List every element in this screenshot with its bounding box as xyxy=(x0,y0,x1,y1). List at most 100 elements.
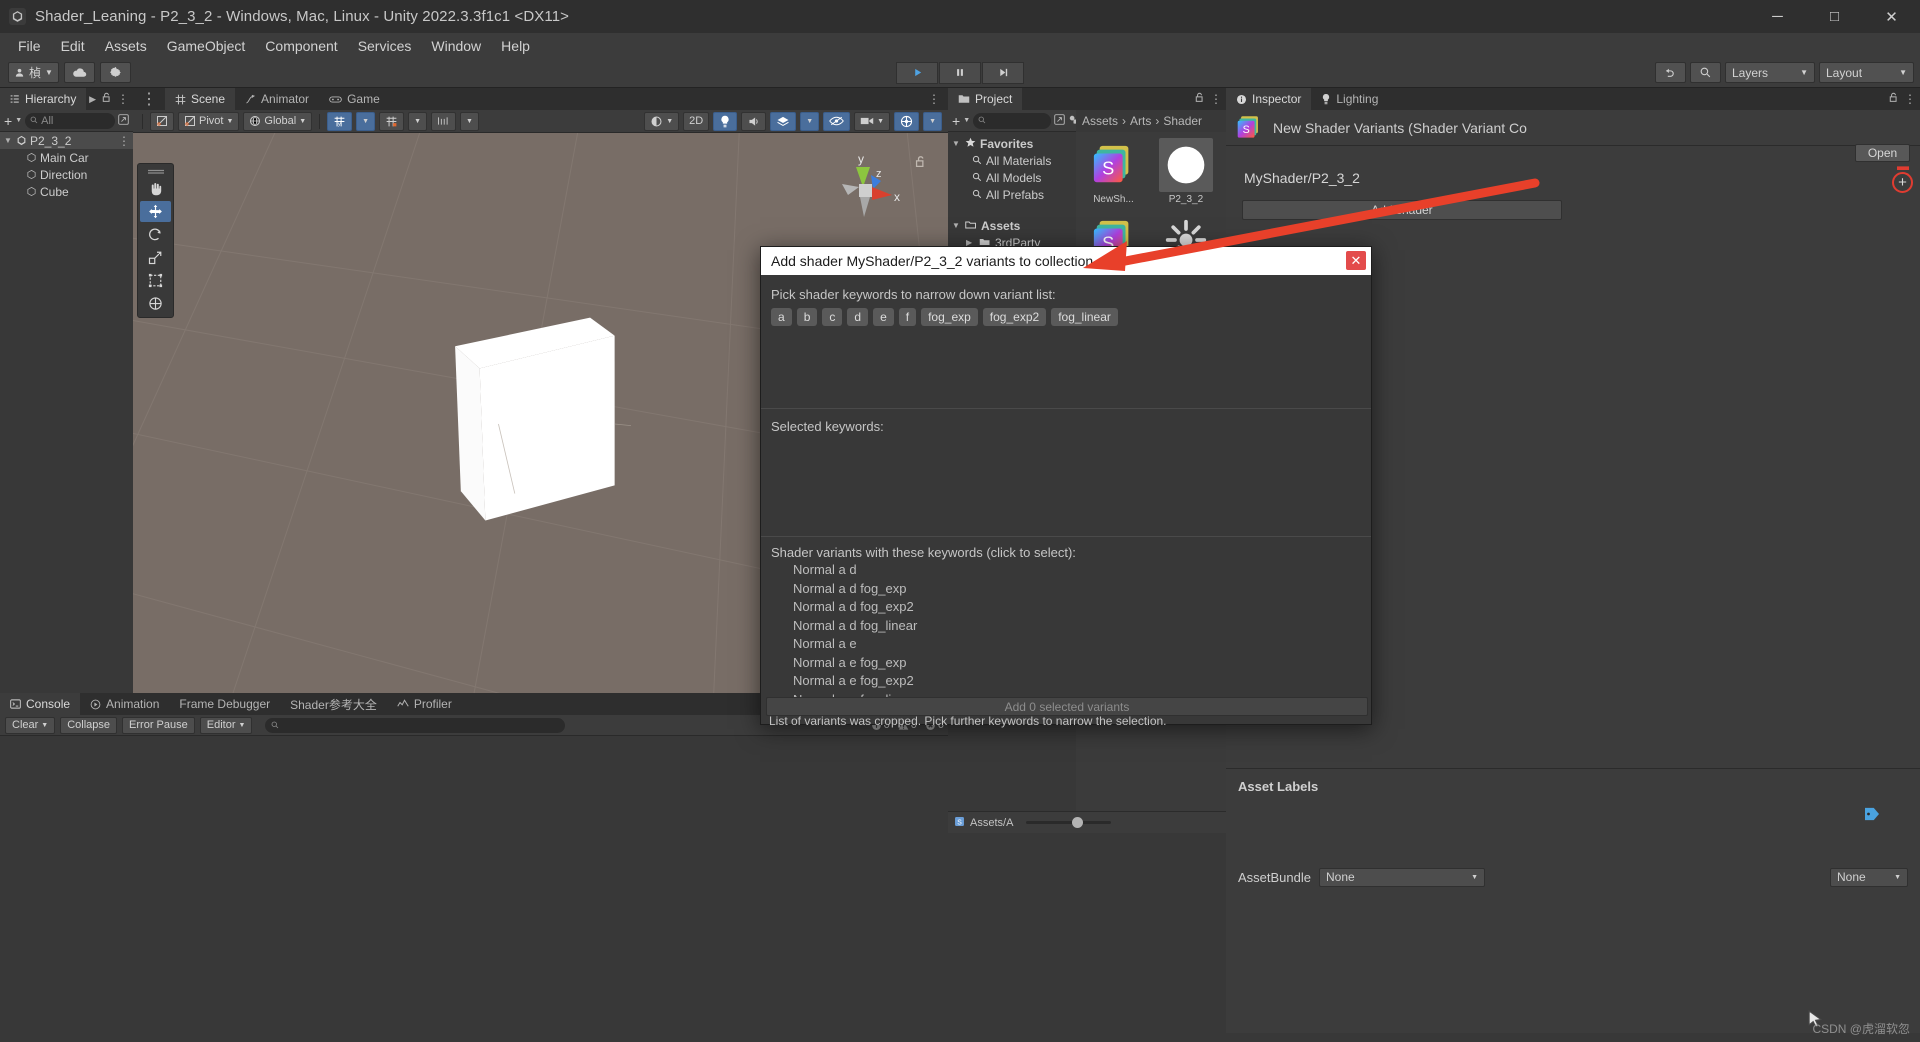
add-shader-plus-icon[interactable]: + xyxy=(1892,172,1913,193)
tab-lighting[interactable]: Lighting xyxy=(1311,88,1388,110)
undo-history-button[interactable] xyxy=(1655,62,1686,83)
menu-gameobject[interactable]: GameObject xyxy=(157,35,256,57)
scene-panel-menu-icon[interactable]: ⋮ xyxy=(133,89,165,109)
slider-knob[interactable] xyxy=(1072,817,1084,828)
tab-project[interactable]: Project xyxy=(948,88,1023,110)
settings-button[interactable] xyxy=(99,62,131,83)
error-pause-button[interactable]: Error Pause xyxy=(122,716,195,734)
cube-object[interactable] xyxy=(451,299,631,549)
chevron-down-icon[interactable]: ▼ xyxy=(952,139,961,148)
gizmos-button[interactable] xyxy=(894,111,920,131)
scene-fx-button[interactable] xyxy=(770,111,797,131)
scene-lighting-button[interactable] xyxy=(713,111,738,131)
transform-tool-button[interactable] xyxy=(140,293,171,314)
snap-increment-dropdown[interactable]: ▼ xyxy=(460,111,479,131)
variant-item[interactable]: Normal a d fog_linear xyxy=(771,618,1366,637)
asset-item[interactable]: P2_3_2 xyxy=(1154,138,1217,205)
move-tool-button[interactable] xyxy=(140,201,171,222)
project-row-all-models[interactable]: All Models xyxy=(948,169,1076,186)
minimize-button[interactable]: ─ xyxy=(1749,0,1806,33)
remove-shader-icon[interactable]: ▬ xyxy=(1897,159,1909,173)
label-tag-icon[interactable] xyxy=(1864,807,1880,826)
breadcrumb-shader[interactable]: Shader xyxy=(1163,114,1202,128)
gizmos-dropdown[interactable]: ▼ xyxy=(923,111,942,131)
grid-visibility-button[interactable] xyxy=(379,111,405,131)
scene-audio-button[interactable] xyxy=(741,111,767,131)
shading-mode-button[interactable]: ▼ xyxy=(644,111,680,131)
project-row-favorites[interactable]: ▼ Favorites xyxy=(948,135,1076,152)
lock-icon[interactable] xyxy=(1195,92,1204,106)
assetbundle-dropdown[interactable]: None ▼ xyxy=(1319,867,1485,887)
dialog-close-button[interactable]: ✕ xyxy=(1346,251,1366,270)
lock-icon[interactable] xyxy=(102,92,111,106)
collapse-button[interactable]: Collapse xyxy=(60,716,118,734)
snap-increment-button[interactable] xyxy=(431,111,457,131)
project-row-assets[interactable]: ▼ Assets xyxy=(948,217,1076,234)
pivot-dropdown[interactable]: Pivot ▼ xyxy=(178,111,240,131)
global-dropdown[interactable]: Global ▼ xyxy=(243,111,313,131)
chevron-down-icon[interactable]: ▼ xyxy=(15,117,22,124)
tab-shader-reference[interactable]: Shader参考大全 xyxy=(280,693,387,715)
scene-fx-dropdown[interactable]: ▼ xyxy=(800,111,820,131)
rotate-tool-button[interactable] xyxy=(140,224,171,245)
project-menu-icon[interactable]: ⋮ xyxy=(1210,92,1222,106)
tab-console[interactable]: Console xyxy=(0,693,81,715)
menu-component[interactable]: Component xyxy=(255,35,347,57)
add-object-icon[interactable]: + xyxy=(4,113,12,129)
keyword-chip-fog-linear[interactable]: fog_linear xyxy=(1051,308,1118,326)
hidden-objects-button[interactable] xyxy=(823,111,851,131)
variant-item[interactable]: Normal a d xyxy=(771,562,1366,581)
account-button[interactable]: 楨 ▼ xyxy=(8,62,59,83)
variant-item[interactable]: Normal a d fog_exp2 xyxy=(771,599,1366,618)
keyword-chip-e[interactable]: e xyxy=(873,308,894,326)
keyword-chip-c[interactable]: c xyxy=(822,308,843,326)
close-button[interactable]: ✕ xyxy=(1863,0,1920,33)
expand-arrow-icon[interactable]: ▶ xyxy=(89,94,96,105)
keyword-chip-f[interactable]: f xyxy=(898,308,917,326)
tab-profiler[interactable]: Profiler xyxy=(387,693,462,715)
thumbnail-size-slider[interactable] xyxy=(1026,817,1112,828)
rect-tool-button[interactable] xyxy=(140,270,171,291)
chevron-down-icon[interactable]: ▼ xyxy=(952,221,961,230)
project-row-all-materials[interactable]: All Materials xyxy=(948,152,1076,169)
tab-animator[interactable]: Animator xyxy=(235,88,319,110)
2d-toggle-button[interactable]: 2D xyxy=(683,111,710,131)
scene-view-tool-button[interactable] xyxy=(150,111,174,131)
axis-gizmo[interactable]: y z x xyxy=(826,151,906,231)
menu-file[interactable]: File xyxy=(8,35,51,57)
menu-edit[interactable]: Edit xyxy=(51,35,95,57)
editor-dropdown[interactable]: Editor ▼ xyxy=(199,716,253,734)
layers-dropdown[interactable]: Layers ▼ xyxy=(1725,62,1815,83)
grid-snap-button[interactable]: y xyxy=(327,111,353,131)
breadcrumb-assets[interactable]: Assets xyxy=(1082,114,1118,128)
pause-button[interactable] xyxy=(939,61,981,84)
tab-animation[interactable]: Animation xyxy=(80,693,169,715)
keyword-chip-d[interactable]: d xyxy=(847,308,869,326)
hierarchy-menu-icon[interactable]: ⋮ xyxy=(117,92,129,106)
menu-help[interactable]: Help xyxy=(491,35,540,57)
assetbundle-variant-dropdown[interactable]: None ▼ xyxy=(1830,867,1908,887)
tab-frame-debugger[interactable]: Frame Debugger xyxy=(169,693,280,715)
hierarchy-row-directional-light[interactable]: Direction xyxy=(0,166,133,183)
project-row-all-prefabs[interactable]: All Prefabs xyxy=(948,186,1076,203)
hierarchy-filter-icon[interactable] xyxy=(118,112,129,130)
console-search-input[interactable] xyxy=(265,717,566,733)
tab-hierarchy[interactable]: Hierarchy xyxy=(0,88,87,110)
layout-dropdown[interactable]: Layout ▼ xyxy=(1819,62,1914,83)
camera-settings-button[interactable]: ▼ xyxy=(854,111,891,131)
palette-grip[interactable] xyxy=(138,166,173,177)
grid-visibility-dropdown[interactable]: ▼ xyxy=(408,111,428,131)
keyword-chip-a[interactable]: a xyxy=(771,308,792,326)
hierarchy-row-cube[interactable]: Cube xyxy=(0,183,133,200)
tab-scene[interactable]: Scene xyxy=(165,88,236,110)
lock-icon[interactable] xyxy=(1889,92,1898,106)
keyword-chip-fog-exp[interactable]: fog_exp xyxy=(921,308,978,326)
maximize-button[interactable]: □ xyxy=(1806,0,1863,33)
add-selected-variants-button[interactable]: Add 0 selected variants xyxy=(766,697,1368,716)
inspector-menu-icon[interactable]: ⋮ xyxy=(1904,92,1916,106)
keyword-chip-fog-exp2[interactable]: fog_exp2 xyxy=(982,308,1047,326)
scene-menu-icon[interactable]: ⋮ xyxy=(118,134,130,148)
hierarchy-row-main-camera[interactable]: Main Car xyxy=(0,149,133,166)
menu-services[interactable]: Services xyxy=(348,35,422,57)
grid-snap-dropdown[interactable]: ▼ xyxy=(356,111,376,131)
